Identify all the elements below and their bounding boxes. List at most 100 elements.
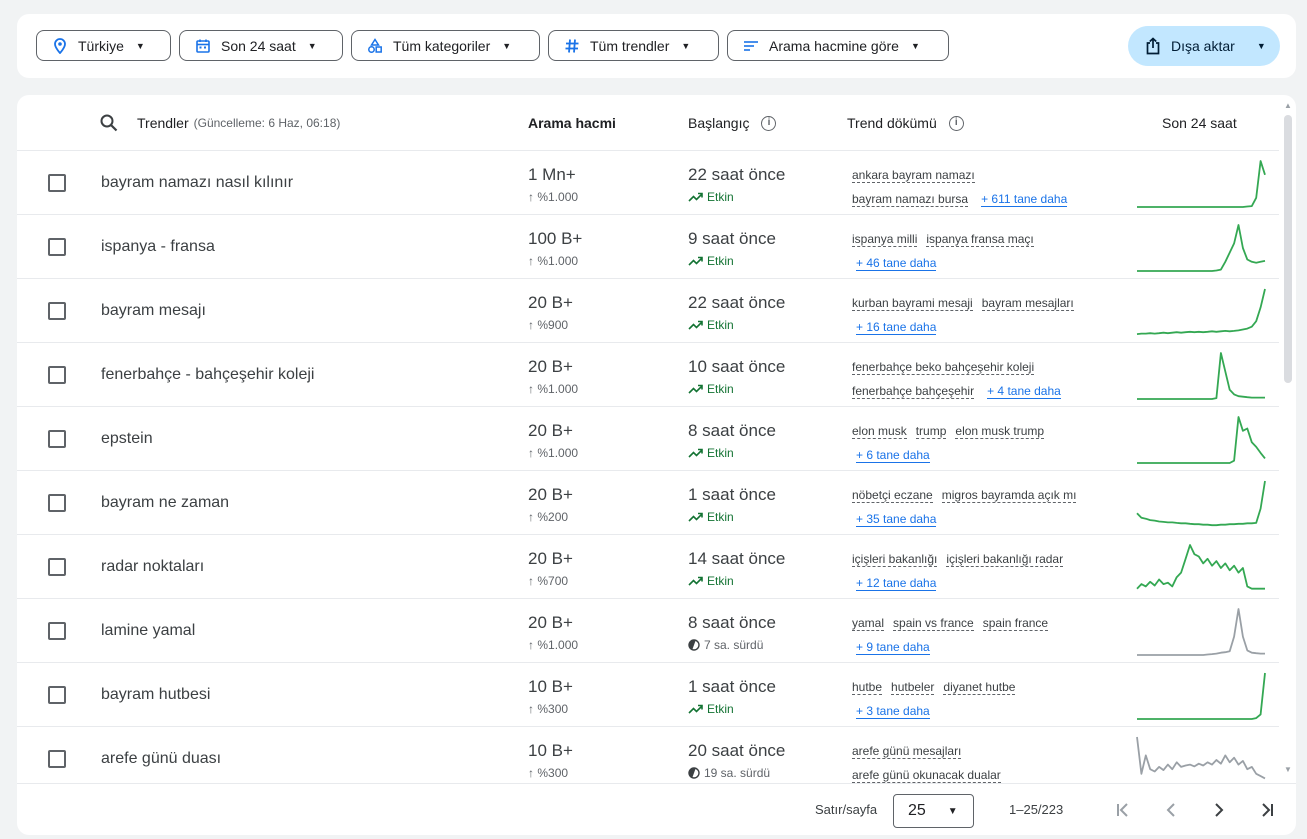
last-page-button[interactable] bbox=[1253, 796, 1281, 824]
row-checkbox[interactable] bbox=[48, 750, 66, 768]
info-icon[interactable]: i bbox=[761, 115, 777, 131]
sparkline-chart bbox=[1136, 736, 1266, 780]
table-row[interactable]: bayram ne zaman 20 B+ ↑ %200 1 saat önce Etk… bbox=[17, 471, 1279, 535]
started-time: 8 saat önce bbox=[688, 421, 776, 440]
breakdown-tag[interactable]: bayram mesajları bbox=[981, 296, 1074, 311]
breakdown-tag[interactable]: içişleri bakanlığı radar bbox=[946, 552, 1064, 567]
table-row[interactable]: ispanya - fransa 100 B+ ↑ %1.000 9 saat önc… bbox=[17, 215, 1279, 279]
trend-term[interactable]: arefe günü duası bbox=[101, 727, 221, 783]
row-checkbox[interactable] bbox=[48, 494, 66, 512]
caret-down-icon: ▼ bbox=[135, 40, 145, 51]
next-page-button[interactable] bbox=[1205, 796, 1233, 824]
more-tags-link[interactable]: + 12 tane daha bbox=[856, 576, 937, 591]
caret-down-icon: ▼ bbox=[681, 40, 691, 51]
table-row[interactable]: lamine yamal 20 B+ ↑ %1.000 8 saat önce 7 sa… bbox=[17, 599, 1279, 663]
trend-term[interactable]: epstein bbox=[101, 407, 153, 471]
search-volume: 100 B+ bbox=[528, 229, 583, 248]
breakdown-tag[interactable]: fenerbahçe beko bahçeşehir koleji bbox=[852, 360, 1035, 375]
table-row[interactable]: epstein 20 B+ ↑ %1.000 8 saat önce Etkin elon… bbox=[17, 407, 1279, 471]
breakdown-tag[interactable]: migros bayramda açık mı bbox=[941, 488, 1077, 503]
row-checkbox[interactable] bbox=[48, 238, 66, 256]
ended-clock-icon bbox=[688, 767, 700, 779]
ended-clock-icon bbox=[688, 639, 700, 651]
started-column-header[interactable]: Başlangıç i bbox=[688, 95, 777, 151]
trend-term[interactable]: lamine yamal bbox=[101, 599, 195, 663]
sort-filter[interactable]: Arama hacmine göre ▼ bbox=[727, 30, 949, 61]
breakdown-tag[interactable]: elon musk trump bbox=[955, 424, 1045, 439]
breakdown-tag[interactable]: hutbeler bbox=[891, 680, 935, 695]
time-filter[interactable]: Son 24 saat ▼ bbox=[179, 30, 343, 61]
trend-term[interactable]: bayram ne zaman bbox=[101, 471, 229, 535]
info-icon[interactable]: i bbox=[948, 115, 964, 131]
trending-up-icon bbox=[688, 704, 703, 714]
scrollbar-thumb[interactable] bbox=[1284, 115, 1292, 383]
breakdown-tag[interactable]: spain france bbox=[982, 616, 1049, 631]
row-checkbox[interactable] bbox=[48, 686, 66, 704]
table-row[interactable]: arefe günü duası 10 B+ ↑ %300 20 saat önce 1… bbox=[17, 727, 1279, 783]
trend-status: Etkin bbox=[688, 510, 734, 524]
breakdown-tag[interactable]: ispanya milli bbox=[852, 232, 918, 247]
more-tags-link[interactable]: + 3 tane daha bbox=[856, 704, 930, 719]
trend-status-label: Etkin bbox=[707, 190, 734, 204]
trend-term[interactable]: bayram hutbesi bbox=[101, 663, 210, 727]
trend-term[interactable]: fenerbahçe - bahçeşehir koleji bbox=[101, 343, 314, 407]
breakdown-tag[interactable]: içişleri bakanlığı bbox=[852, 552, 938, 567]
row-checkbox[interactable] bbox=[48, 366, 66, 384]
more-tags-link[interactable]: + 35 tane daha bbox=[856, 512, 937, 527]
table-row[interactable]: fenerbahçe - bahçeşehir koleji 20 B+ ↑ %1.… bbox=[17, 343, 1279, 407]
trend-breakdown: ispanya milli ispanya fransa maçı + 46 tan… bbox=[852, 227, 1102, 275]
more-tags-link[interactable]: + 4 tane daha bbox=[987, 384, 1061, 399]
trend-term[interactable]: radar noktaları bbox=[101, 535, 204, 599]
breakdown-tag[interactable]: nöbetçi eczane bbox=[852, 488, 933, 503]
table-row[interactable]: bayram namazı nasıl kılınır 1 Mn+ ↑ %1.000… bbox=[17, 151, 1279, 215]
table-row[interactable]: bayram hutbesi 10 B+ ↑ %300 1 saat önce Etki… bbox=[17, 663, 1279, 727]
row-checkbox[interactable] bbox=[48, 302, 66, 320]
breakdown-tag[interactable]: trump bbox=[915, 424, 947, 439]
breakdown-tag[interactable]: ankara bayram namazı bbox=[852, 168, 975, 183]
trend-type-filter-label: Tüm trendler bbox=[590, 37, 670, 54]
category-filter[interactable]: Tüm kategoriler ▼ bbox=[351, 30, 540, 61]
breakdown-tag[interactable]: elon musk bbox=[852, 424, 907, 439]
breakdown-tag[interactable]: diyanet hutbe bbox=[943, 680, 1016, 695]
trend-type-filter[interactable]: Tüm trendler ▼ bbox=[548, 30, 719, 61]
export-button[interactable]: Dışa aktar ▼ bbox=[1128, 26, 1280, 66]
rows-per-page-select[interactable]: 25 ▼ bbox=[893, 794, 974, 828]
arrow-up-icon: ↑ bbox=[528, 766, 534, 780]
volume-column-header[interactable]: Arama hacmi bbox=[528, 95, 616, 151]
started-time: 1 saat önce bbox=[688, 677, 776, 696]
sparkline-line bbox=[1136, 480, 1266, 527]
breakdown-tag[interactable]: bayram namazı bursa bbox=[852, 192, 969, 207]
trends-header-label: Trendler bbox=[137, 115, 189, 131]
breakdown-tag[interactable]: arefe günü mesajları bbox=[852, 744, 962, 759]
row-checkbox[interactable] bbox=[48, 174, 66, 192]
country-filter[interactable]: Türkiye ▼ bbox=[36, 30, 171, 61]
first-page-button[interactable] bbox=[1109, 796, 1137, 824]
more-tags-link[interactable]: + 46 tane daha bbox=[856, 256, 937, 271]
scroll-down-icon[interactable]: ▼ bbox=[1284, 765, 1292, 774]
previous-page-button[interactable] bbox=[1157, 796, 1185, 824]
more-tags-link[interactable]: + 16 tane daha bbox=[856, 320, 937, 335]
row-checkbox[interactable] bbox=[48, 430, 66, 448]
breakdown-tag[interactable]: arefe günü okunacak dualar bbox=[852, 768, 1001, 783]
scroll-up-icon[interactable]: ▲ bbox=[1284, 101, 1292, 110]
row-checkbox[interactable] bbox=[48, 622, 66, 640]
more-tags-link[interactable]: + 611 tane daha bbox=[981, 192, 1068, 207]
breakdown-tag[interactable]: hutbe bbox=[852, 680, 883, 695]
table-row[interactable]: bayram mesajı 20 B+ ↑ %900 22 saat önce Etki… bbox=[17, 279, 1279, 343]
search-button[interactable] bbox=[99, 95, 119, 151]
sparkline-line bbox=[1137, 416, 1266, 464]
trend-term[interactable]: bayram namazı nasıl kılınır bbox=[101, 151, 293, 215]
trend-term[interactable]: bayram mesajı bbox=[101, 279, 206, 343]
scrollbar[interactable]: ▲ ▼ bbox=[1282, 95, 1296, 783]
row-checkbox[interactable] bbox=[48, 558, 66, 576]
breakdown-tag[interactable]: kurban bayrami mesaji bbox=[852, 296, 973, 311]
trend-term[interactable]: ispanya - fransa bbox=[101, 215, 215, 279]
more-tags-link[interactable]: + 6 tane daha bbox=[856, 448, 930, 463]
sparkline-chart bbox=[1137, 672, 1266, 720]
breakdown-tag[interactable]: spain vs france bbox=[893, 616, 974, 631]
more-tags-link[interactable]: + 9 tane daha bbox=[856, 640, 930, 655]
breakdown-tag[interactable]: fenerbahçe bahçeşehir bbox=[852, 384, 975, 399]
breakdown-tag[interactable]: yamal bbox=[852, 616, 885, 631]
breakdown-tag[interactable]: ispanya fransa maçı bbox=[926, 232, 1034, 247]
table-row[interactable]: radar noktaları 20 B+ ↑ %700 14 saat önce Et… bbox=[17, 535, 1279, 599]
